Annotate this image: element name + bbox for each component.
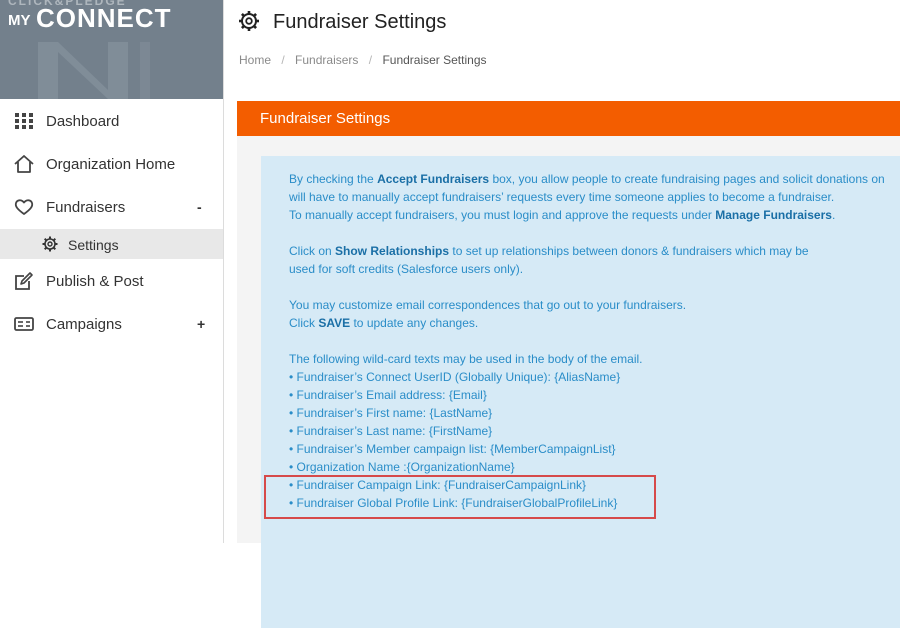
info-line: You may customize email correspondences … <box>289 298 687 312</box>
info-line: By checking the Accept Fundraisers box, … <box>289 172 885 186</box>
highlight-box <box>264 475 656 519</box>
info-line: The following wild-card texts may be use… <box>289 352 643 366</box>
accept-fundraisers-term: Accept Fundraisers <box>377 172 490 186</box>
info-line: will have to manually accept fundraisers… <box>289 190 835 204</box>
wildcard-item: • Organization Name :{OrganizationName} <box>289 460 515 474</box>
wildcard-item: • Fundraiser’s Email address: {Email} <box>289 388 487 402</box>
manage-fundraisers-term: Manage Fundraisers <box>715 208 832 222</box>
save-term: SAVE <box>318 316 351 330</box>
wildcard-item: • Fundraiser’s Member campaign list: {Me… <box>289 442 616 456</box>
wildcard-item: • Fundraiser’s First name: {LastName} <box>289 406 493 420</box>
info-line: Click on Show Relationships to set up re… <box>289 244 809 258</box>
show-relationships-term: Show Relationships <box>335 244 450 258</box>
info-line: used for soft credits (Salesforce users … <box>289 262 524 276</box>
info-line: To manually accept fundraisers, you must… <box>289 208 836 222</box>
wildcard-item: • Fundraiser’s Last name: {FirstName} <box>289 424 493 438</box>
info-text: By checking the Accept Fundraisers box, … <box>0 0 900 543</box>
info-line: Click SAVE to update any changes. <box>289 316 479 330</box>
wildcard-item: • Fundraiser’s Connect UserID (Globally … <box>289 370 621 384</box>
